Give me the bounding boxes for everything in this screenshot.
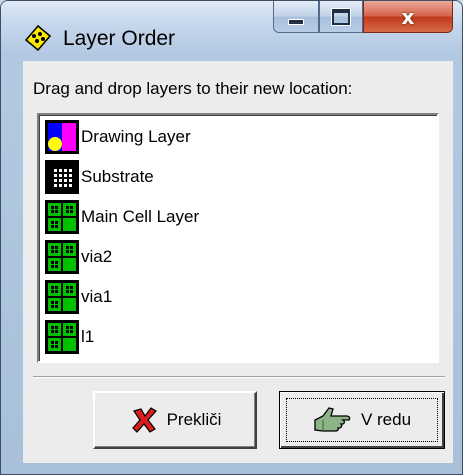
instruction-text: Drag and drop layers to their new locati…	[33, 79, 353, 98]
layer-label: via1	[81, 287, 113, 306]
layer-label: Substrate	[81, 167, 154, 186]
cell-layer-icon	[45, 280, 79, 314]
maximize-button[interactable]	[319, 1, 363, 33]
list-item[interactable]: via1	[45, 280, 113, 314]
layer-list[interactable]: Drawing Layer Substrate Main Cell Layer …	[37, 113, 439, 363]
window-controls: x	[273, 1, 459, 33]
window-title: Layer Order	[63, 27, 176, 50]
cell-layer-icon	[45, 320, 79, 354]
minimize-icon	[288, 18, 304, 25]
layer-label: l1	[81, 327, 95, 346]
cell-layer-icon	[45, 240, 79, 274]
close-button[interactable]: x	[363, 1, 453, 33]
cancel-button-label: Prekliči	[166, 410, 222, 429]
cancel-button[interactable]: Prekliči	[93, 391, 257, 449]
list-item[interactable]: Main Cell Layer	[45, 200, 200, 234]
app-icon	[25, 25, 51, 51]
layer-label: Drawing Layer	[81, 127, 191, 146]
close-icon: x	[401, 4, 415, 29]
layer-order-dialog: Layer Order x Drag and drop layers to th…	[0, 0, 463, 475]
substrate-icon	[45, 160, 79, 194]
layer-label: Main Cell Layer	[81, 207, 200, 226]
minimize-button[interactable]	[273, 1, 319, 33]
title-bar[interactable]: Layer Order x	[1, 1, 462, 53]
list-item[interactable]: Substrate	[45, 160, 154, 194]
cancel-x-icon	[131, 407, 157, 433]
drawing-layer-icon	[45, 120, 79, 154]
cell-layer-icon	[45, 200, 79, 234]
list-item[interactable]: Drawing Layer	[45, 120, 191, 154]
layer-label: via2	[81, 247, 113, 266]
list-item[interactable]: via2	[45, 240, 113, 274]
focus-rectangle	[286, 398, 438, 442]
ok-button[interactable]: V redu	[279, 391, 445, 449]
separator	[33, 376, 445, 378]
maximize-icon	[332, 8, 350, 25]
dialog-body: Drag and drop layers to their new locati…	[23, 61, 453, 463]
list-item[interactable]: l1	[45, 320, 95, 354]
